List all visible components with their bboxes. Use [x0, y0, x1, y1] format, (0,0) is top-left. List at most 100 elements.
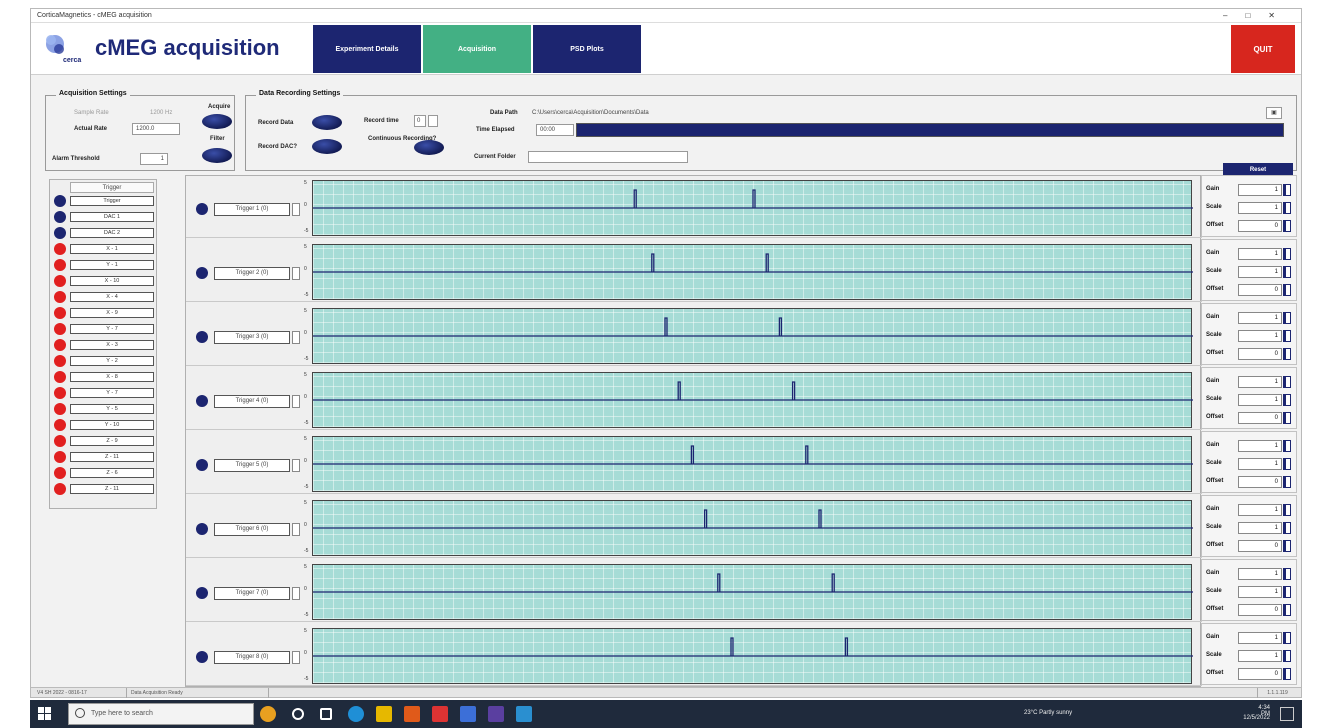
weather-widget-icon[interactable] — [260, 706, 276, 722]
offset-field[interactable]: 0 — [1238, 348, 1282, 360]
trigger-list-item[interactable]: X - 10 — [70, 276, 154, 286]
gain-field[interactable]: 1 — [1238, 184, 1282, 196]
channel-stepper[interactable] — [292, 267, 300, 280]
trigger-waveform-chart[interactable] — [312, 500, 1193, 556]
record-time-field[interactable]: 0 — [414, 115, 426, 127]
scale-stepper[interactable] — [1283, 266, 1291, 278]
trigger-list-item[interactable]: DAC 2 — [70, 228, 154, 238]
trigger-waveform-chart[interactable] — [312, 628, 1193, 684]
gain-field[interactable]: 1 — [1238, 312, 1282, 324]
task-view-icon[interactable] — [320, 708, 332, 720]
trigger-list-item[interactable]: Y - 5 — [70, 404, 154, 414]
pdf-reader-icon[interactable] — [432, 706, 448, 722]
channel-stepper[interactable] — [292, 459, 300, 472]
gain-field[interactable]: 1 — [1238, 440, 1282, 452]
record-data-toggle[interactable] — [312, 115, 342, 130]
gain-stepper[interactable] — [1283, 568, 1291, 580]
app-icon[interactable] — [460, 706, 476, 722]
offset-stepper[interactable] — [1283, 604, 1291, 616]
edge-browser-icon[interactable] — [348, 706, 364, 722]
gain-stepper[interactable] — [1283, 504, 1291, 516]
offset-field[interactable]: 0 — [1238, 604, 1282, 616]
trigger-list-item[interactable]: Y - 2 — [70, 356, 154, 366]
channel-stepper[interactable] — [292, 331, 300, 344]
tab-acquisition[interactable]: Acquisition — [423, 25, 531, 73]
channel-name-field[interactable]: Trigger 3 (0) — [214, 331, 290, 344]
scale-field[interactable]: 1 — [1238, 522, 1282, 534]
gain-stepper[interactable] — [1283, 184, 1291, 196]
offset-stepper[interactable] — [1283, 668, 1291, 680]
taskbar-search-box[interactable]: Type here to search — [68, 703, 254, 725]
alarm-threshold-field[interactable]: 1 — [140, 153, 168, 165]
scale-field[interactable]: 1 — [1238, 586, 1282, 598]
trigger-waveform-chart[interactable] — [312, 180, 1193, 236]
trigger-list-item[interactable]: X - 9 — [70, 308, 154, 318]
file-explorer-icon[interactable] — [376, 706, 392, 722]
scale-stepper[interactable] — [1283, 650, 1291, 662]
channel-name-field[interactable]: Trigger 2 (0) — [214, 267, 290, 280]
offset-stepper[interactable] — [1283, 284, 1291, 296]
scale-field[interactable]: 1 — [1238, 330, 1282, 342]
trigger-list-item[interactable]: Y - 1 — [70, 260, 154, 270]
trigger-list-item[interactable]: DAC 1 — [70, 212, 154, 222]
acquire-toggle[interactable] — [202, 114, 232, 129]
scale-stepper[interactable] — [1283, 458, 1291, 470]
channel-name-field[interactable]: Trigger 8 (0) — [214, 651, 290, 664]
offset-stepper[interactable] — [1283, 348, 1291, 360]
trigger-list-item[interactable]: Z - 6 — [70, 468, 154, 478]
channel-stepper[interactable] — [292, 523, 300, 536]
filter-toggle[interactable] — [202, 148, 232, 163]
trigger-list-item[interactable]: X - 8 — [70, 372, 154, 382]
offset-stepper[interactable] — [1283, 412, 1291, 424]
scale-field[interactable]: 1 — [1238, 266, 1282, 278]
trigger-waveform-chart[interactable] — [312, 308, 1193, 364]
scale-stepper[interactable] — [1283, 330, 1291, 342]
cortana-icon[interactable] — [292, 708, 304, 720]
channel-name-field[interactable]: Trigger 5 (0) — [214, 459, 290, 472]
gain-field[interactable]: 1 — [1238, 376, 1282, 388]
scale-field[interactable]: 1 — [1238, 202, 1282, 214]
tab-experiment-details[interactable]: Experiment Details — [313, 25, 421, 73]
gain-field[interactable]: 1 — [1238, 248, 1282, 260]
clock-date[interactable]: 12/5/2022 — [1243, 715, 1270, 721]
trigger-list-item[interactable]: Y - 7 — [70, 388, 154, 398]
trigger-list-item[interactable]: X - 3 — [70, 340, 154, 350]
offset-field[interactable]: 0 — [1238, 284, 1282, 296]
trigger-waveform-chart[interactable] — [312, 436, 1193, 492]
gain-stepper[interactable] — [1283, 312, 1291, 324]
offset-field[interactable]: 0 — [1238, 476, 1282, 488]
offset-field[interactable]: 0 — [1238, 540, 1282, 552]
scale-field[interactable]: 1 — [1238, 458, 1282, 470]
record-dac-toggle[interactable] — [312, 139, 342, 154]
browse-folder-button[interactable]: ▣ — [1266, 107, 1282, 119]
offset-stepper[interactable] — [1283, 540, 1291, 552]
offset-field[interactable]: 0 — [1238, 220, 1282, 232]
channel-stepper[interactable] — [292, 587, 300, 600]
trigger-list-item[interactable]: Trigger — [70, 196, 154, 206]
channel-name-field[interactable]: Trigger 1 (0) — [214, 203, 290, 216]
window-controls[interactable]: –□✕ — [1223, 9, 1293, 23]
weather-status[interactable]: 23°C Partly sunny — [1024, 710, 1144, 716]
scale-stepper[interactable] — [1283, 522, 1291, 534]
trigger-waveform-chart[interactable] — [312, 564, 1193, 620]
channel-name-field[interactable]: Trigger 7 (0) — [214, 587, 290, 600]
trigger-waveform-chart[interactable] — [312, 372, 1193, 428]
labview-icon[interactable] — [488, 706, 504, 722]
gain-stepper[interactable] — [1283, 248, 1291, 260]
channel-stepper[interactable] — [292, 395, 300, 408]
quit-button[interactable]: QUIT — [1231, 25, 1295, 73]
trigger-list-item[interactable]: Y - 10 — [70, 420, 154, 430]
scale-field[interactable]: 1 — [1238, 650, 1282, 662]
channel-name-field[interactable]: Trigger 6 (0) — [214, 523, 290, 536]
gain-field[interactable]: 1 — [1238, 568, 1282, 580]
record-time-stepper[interactable] — [428, 115, 438, 127]
gain-field[interactable]: 1 — [1238, 504, 1282, 516]
offset-field[interactable]: 0 — [1238, 412, 1282, 424]
scale-field[interactable]: 1 — [1238, 394, 1282, 406]
channel-name-field[interactable]: Trigger 4 (0) — [214, 395, 290, 408]
cmeg-app-icon[interactable] — [516, 706, 532, 722]
offset-stepper[interactable] — [1283, 476, 1291, 488]
scale-stepper[interactable] — [1283, 586, 1291, 598]
channel-stepper[interactable] — [292, 651, 300, 664]
gain-stepper[interactable] — [1283, 440, 1291, 452]
